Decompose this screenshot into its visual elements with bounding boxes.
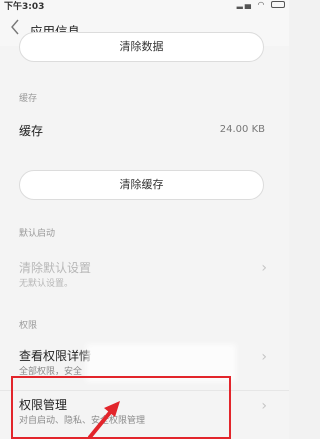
chevron-right-icon: › — [261, 398, 267, 414]
status-time: 下午3:03 — [4, 2, 45, 12]
view-permissions-title: 查看权限详情 — [19, 349, 92, 363]
clear-defaults-title: 清除默认设置 — [19, 261, 92, 275]
default-launch-section-label: 默认启动 — [19, 229, 56, 239]
cache-row-title: 缓存 — [19, 124, 44, 138]
chevron-right-icon: › — [261, 260, 267, 276]
clear-data-button[interactable]: 清除数据 — [19, 32, 264, 62]
clear-defaults-subtitle: 无默认设置。 — [19, 279, 74, 289]
wifi-icon: ◠ — [257, 0, 267, 9]
signal-icon: ▂▄ — [236, 0, 253, 9]
cache-size-value: 24.00 KB — [219, 124, 265, 135]
pointer-arrow-icon — [88, 401, 120, 439]
status-icons: ▂▄ ◠ — [237, 0, 285, 9]
permissions-section-label: 权限 — [19, 321, 38, 331]
clear-cache-button[interactable]: 清除缓存 — [19, 170, 264, 200]
chevron-right-icon: › — [261, 349, 267, 365]
chevron-left-icon — [11, 19, 19, 35]
back-button[interactable] — [10, 18, 24, 38]
battery-icon — [271, 1, 285, 8]
status-bar: 下午3:03 ▂▄ ◠ — [0, 0, 289, 12]
cache-section-label: 缓存 — [19, 94, 38, 104]
